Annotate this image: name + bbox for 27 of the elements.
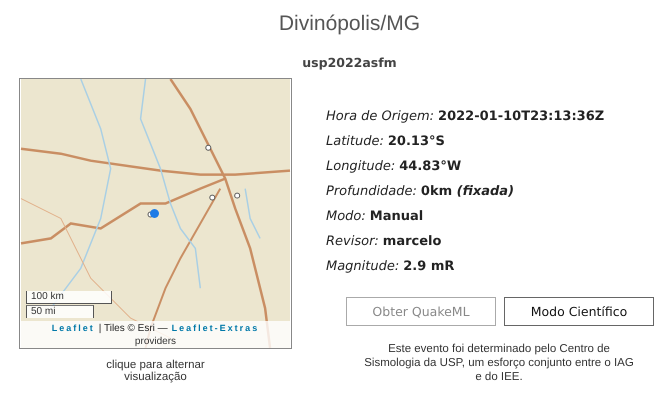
field-label: Modo: bbox=[326, 208, 366, 226]
field-value: 20.13°S bbox=[388, 133, 445, 151]
field-label: Hora de Origem: bbox=[326, 108, 434, 126]
field-value: 44.83°W bbox=[399, 158, 462, 176]
page-title: Divinópolis/MG bbox=[278, 12, 422, 36]
field-label: Latitude: bbox=[326, 133, 384, 151]
scale-bar: 100 km bbox=[26, 291, 112, 304]
attribution-text: | Tiles © Esri — bbox=[98, 323, 168, 334]
field-label: Longitude: bbox=[326, 158, 396, 176]
footnote: Este evento foi determinado pelo Centro de Sismologia da USP, um esforço conjunto entre o IAG e do IEE. bbox=[364, 342, 634, 384]
action-button[interactable]: Modo Científico bbox=[504, 297, 654, 326]
map[interactable]: 100 km 50 mi Leaflet | Tiles © Esri — Leaflet-Extras providers bbox=[19, 78, 292, 349]
attribution-text: providers bbox=[134, 336, 176, 347]
field-value: marcelo bbox=[382, 233, 442, 251]
field-value: Manual bbox=[370, 208, 424, 226]
scale-bar: 50 mi bbox=[26, 305, 94, 318]
event-id: usp2022asfm bbox=[301, 55, 398, 70]
location-dot-icon[interactable] bbox=[150, 209, 159, 218]
extras-link[interactable]: Leaflet-Extras bbox=[172, 323, 260, 334]
map-caption: clique para alternar visualização bbox=[105, 359, 206, 383]
leaflet-link[interactable]: Leaflet bbox=[52, 323, 95, 334]
field-label: Revisor: bbox=[326, 233, 379, 251]
field-value: 2.9 mR bbox=[403, 258, 454, 276]
field-value: 0km (fixada) bbox=[420, 183, 514, 201]
field-label: Profundidade: bbox=[326, 183, 417, 201]
field-value: 2022-01-10T23:13:36Z bbox=[438, 108, 604, 126]
field-label: Magnitude: bbox=[326, 258, 400, 276]
